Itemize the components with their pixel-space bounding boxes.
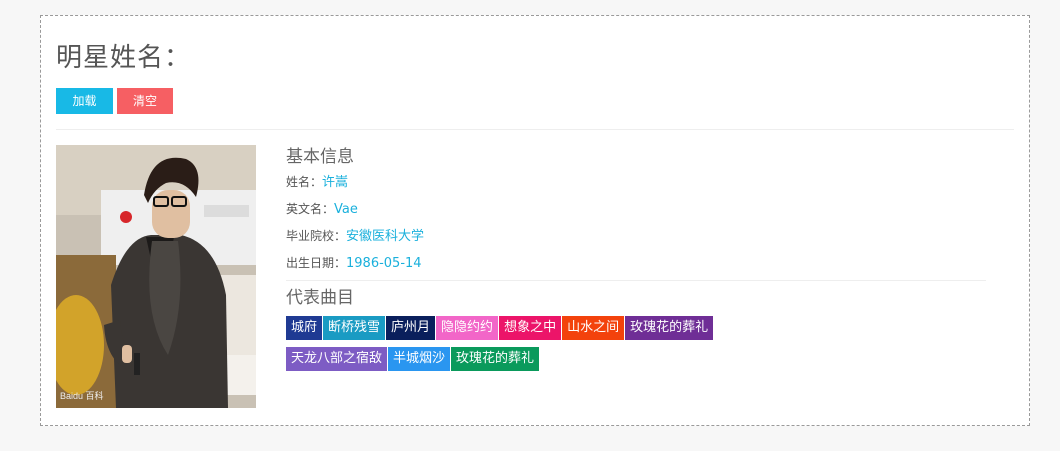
clear-button[interactable]: 清空	[117, 88, 173, 114]
english-name-value: Vae	[334, 202, 358, 217]
star-info-panel: 明星姓名： 加载 清空 Baidu 百科 基本信息 姓名：许嵩 英文名：Vae …	[40, 15, 1030, 426]
basic-info-heading: 基本信息	[286, 147, 354, 167]
page-title: 明星姓名：	[56, 43, 192, 73]
school-label: 毕业院校：	[286, 229, 347, 243]
info-row-english-name: 英文名：Vae	[286, 196, 986, 223]
song-tag[interactable]: 玫瑰花的葬礼	[451, 347, 540, 371]
birthday-label: 出生日期：	[286, 256, 347, 270]
school-value: 安徽医科大学	[346, 229, 425, 244]
song-tag[interactable]: 庐州月	[386, 316, 436, 340]
song-tag[interactable]: 半城烟沙	[388, 347, 451, 371]
name-label: 姓名：	[286, 175, 323, 189]
song-tag-list: 城府 断桥残雪 庐州月 隐隐约约 想象之中 山水之间 玫瑰花的葬礼 天龙八部之宿敌 半城烟沙 玫瑰…	[286, 316, 1006, 378]
songs-heading: 代表曲目	[286, 288, 354, 308]
load-button[interactable]: 加载	[56, 88, 113, 114]
song-tag[interactable]: 城府	[286, 316, 323, 340]
info-row-name: 姓名：许嵩	[286, 169, 986, 196]
name-value: 许嵩	[322, 175, 349, 190]
english-name-label: 英文名：	[286, 202, 335, 216]
star-photo-image: Baidu 百科	[56, 145, 256, 408]
top-divider	[56, 129, 1014, 130]
info-section: 基本信息 姓名：许嵩 英文名：Vae 毕业院校：安徽医科大学 出生日期：1986…	[286, 145, 986, 378]
info-row-birthday: 出生日期：1986-05-14	[286, 250, 986, 277]
birthday-value: 1986-05-14	[346, 256, 422, 271]
song-tag[interactable]: 想象之中	[499, 316, 562, 340]
info-row-school: 毕业院校：安徽医科大学	[286, 223, 986, 250]
song-tag[interactable]: 天龙八部之宿敌	[286, 347, 388, 371]
song-tag[interactable]: 玫瑰花的葬礼	[625, 316, 714, 340]
song-tag[interactable]: 隐隐约约	[436, 316, 499, 340]
photo-watermark: Baidu 百科	[60, 390, 104, 401]
song-tag[interactable]: 山水之间	[562, 316, 625, 340]
star-photo: Baidu 百科	[56, 145, 256, 408]
info-divider	[286, 280, 986, 281]
song-tag[interactable]: 断桥残雪	[323, 316, 386, 340]
